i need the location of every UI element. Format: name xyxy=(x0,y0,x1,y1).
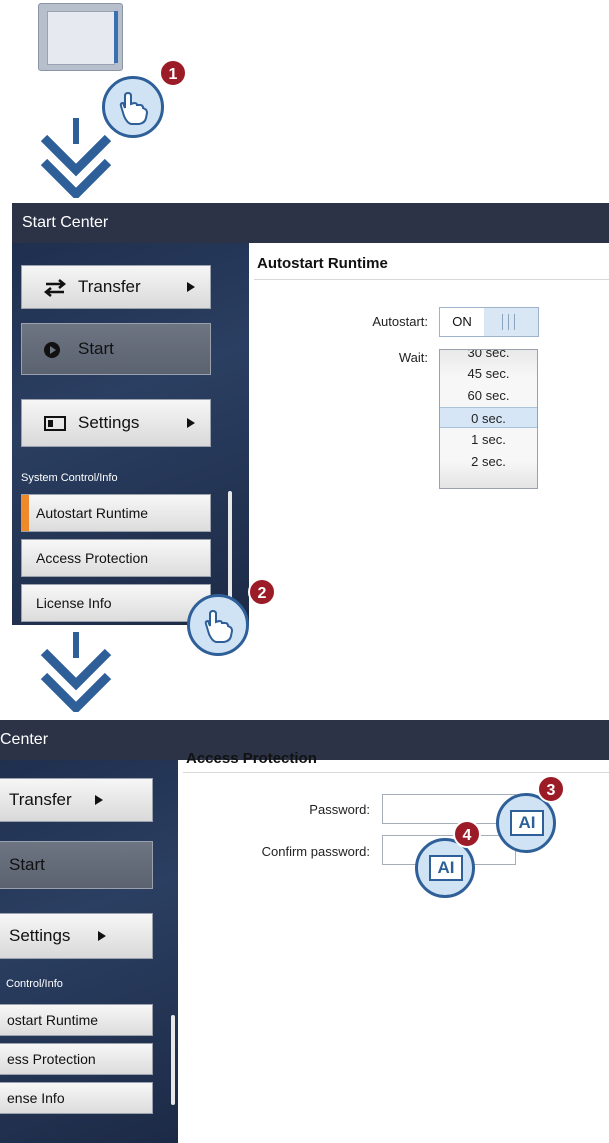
device-screen xyxy=(47,11,115,65)
chevron-right-icon xyxy=(98,931,106,941)
start-label: Start xyxy=(9,855,45,874)
password-label: Password: xyxy=(309,802,370,817)
transfer-icon xyxy=(44,279,66,297)
sidebar-item-label: ess Protection xyxy=(7,1051,96,1067)
transfer-label: Transfer xyxy=(9,790,72,809)
transfer-button[interactable]: Transfer xyxy=(21,265,211,309)
sidebar-item-label: License Info xyxy=(36,595,112,611)
start-button[interactable]: Start xyxy=(0,841,153,889)
scrollbar[interactable] xyxy=(228,491,232,611)
sidebar-item-license-info[interactable]: License Info xyxy=(21,584,211,622)
start-center-panel: Start Center Transfer Start Settings Sys… xyxy=(12,203,609,625)
step-badge-1: 1 xyxy=(159,59,187,87)
page-title: Access Protection xyxy=(186,750,317,767)
chevron-right-icon xyxy=(187,418,195,428)
wait-option[interactable]: 1 sec. xyxy=(440,429,537,450)
confirm-password-label: Confirm password: xyxy=(261,844,370,859)
transfer-button[interactable]: Transfer xyxy=(0,778,153,822)
down-arrow-icon xyxy=(40,118,112,198)
transfer-label: Transfer xyxy=(78,277,141,296)
wait-option[interactable]: 45 sec. xyxy=(440,363,537,384)
divider xyxy=(183,772,609,773)
sidebar-item-autostart-runtime[interactable]: Autostart Runtime xyxy=(21,494,211,532)
step-badge-4: 4 xyxy=(453,820,481,848)
access-protection-panel: Center Transfer Start Settings Control/I… xyxy=(0,720,609,1143)
tap-hand-icon xyxy=(187,594,249,656)
step-badge-2: 2 xyxy=(248,578,276,606)
start-label: Start xyxy=(78,339,114,358)
divider xyxy=(254,279,609,280)
wait-option-selected[interactable]: 0 sec. xyxy=(440,407,537,428)
sidebar-item-label: ense Info xyxy=(7,1090,65,1106)
settings-label: Settings xyxy=(9,926,71,945)
sidebar-item-access-protection[interactable]: ess Protection xyxy=(0,1043,153,1075)
device-strip xyxy=(114,11,118,63)
settings-button[interactable]: Settings xyxy=(0,913,153,959)
down-arrow-icon xyxy=(40,632,112,712)
wait-label: Wait: xyxy=(398,350,428,365)
chevron-right-icon xyxy=(187,282,195,292)
page-title: Autostart Runtime xyxy=(257,255,388,272)
settings-button[interactable]: Settings xyxy=(21,399,211,447)
scrollbar[interactable] xyxy=(171,1015,175,1105)
sidebar-item-access-protection[interactable]: Access Protection xyxy=(21,539,211,577)
start-button[interactable]: Start xyxy=(21,323,211,375)
wait-option[interactable]: 2 sec. xyxy=(440,451,537,472)
sidebar-item-license-info[interactable]: ense Info xyxy=(0,1082,153,1114)
chevron-right-icon xyxy=(95,795,103,805)
toggle-state: ON xyxy=(440,308,485,336)
toggle-grip xyxy=(484,308,538,336)
text-input-glyph: AI xyxy=(429,855,463,881)
text-input-glyph: AI xyxy=(510,810,544,836)
wait-option[interactable]: 60 sec. xyxy=(440,385,537,406)
wait-option[interactable]: 30 sec. xyxy=(440,350,537,363)
settings-label: Settings xyxy=(78,413,140,432)
autostart-toggle[interactable]: ON xyxy=(439,307,539,337)
sidebar-item-label: Access Protection xyxy=(36,550,149,566)
settings-icon xyxy=(44,416,66,431)
hmi-device-icon[interactable] xyxy=(38,3,123,71)
autostart-label: Autostart: xyxy=(372,314,428,329)
sidebar: Transfer Start Settings System Control/I… xyxy=(12,243,249,625)
sidebar: Transfer Start Settings Control/Info ost… xyxy=(0,760,178,1143)
play-icon xyxy=(44,342,60,358)
section-label: Control/Info xyxy=(6,978,63,990)
titlebar: Start Center xyxy=(12,203,609,243)
section-label: System Control/Info xyxy=(21,472,118,484)
sidebar-item-label: Autostart Runtime xyxy=(36,505,149,521)
sidebar-item-label: ostart Runtime xyxy=(7,1012,99,1028)
wait-picker[interactable]: 30 sec. 45 sec. 60 sec. 0 sec. 1 sec. 2 … xyxy=(439,349,538,489)
step-badge-3: 3 xyxy=(537,775,565,803)
sidebar-item-autostart-runtime[interactable]: ostart Runtime xyxy=(0,1004,153,1036)
active-indicator xyxy=(22,495,29,531)
